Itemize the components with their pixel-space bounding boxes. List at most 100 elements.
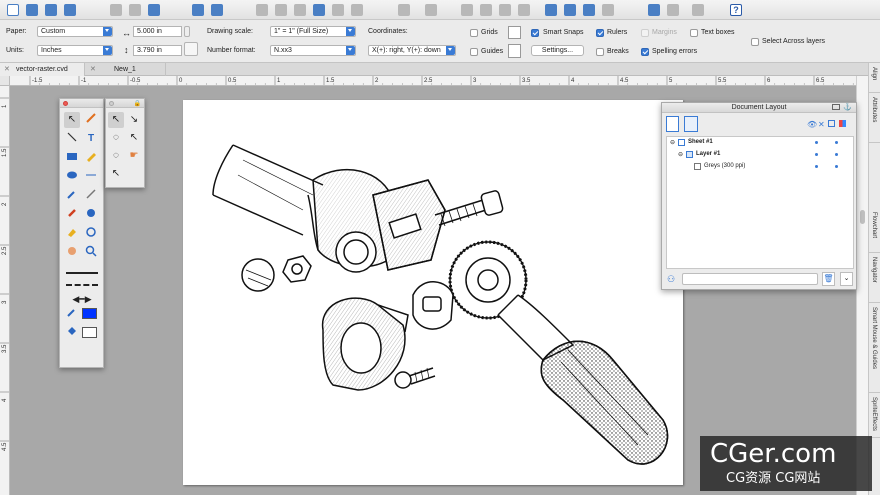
rulers-checkbox[interactable] [596,29,604,37]
layer-search-input[interactable] [682,273,818,285]
redo-icon[interactable] [211,4,223,16]
layers-icon[interactable] [332,4,344,16]
vertical-ruler[interactable]: 1 1.5 2 2.5 3 3.5 4 4.5 [0,86,10,495]
color-select-tool-icon[interactable]: ↖ [108,166,124,182]
knife-tool-icon[interactable] [83,188,99,204]
height-input[interactable]: 3.790 in [133,45,182,56]
side-tab-flowchart[interactable]: Flowchart [869,208,880,253]
side-tab-spriteeffects[interactable]: SpriteEffects [869,393,880,438]
fill-bucket-icon[interactable] [64,325,80,341]
sheet-row[interactable]: Sheet #1 [688,139,713,145]
zoom-icon[interactable] [692,4,704,16]
link-proportions-icon[interactable] [184,42,198,56]
new-document-icon[interactable] [7,4,19,16]
dimension-tool-icon[interactable] [83,169,99,185]
image-object-row[interactable]: Greys (300 ppi) [704,163,745,169]
layer-color-icon[interactable] [839,120,846,127]
tab-new-1[interactable]: ✕ New_1 [86,63,166,76]
display-icon[interactable] [667,4,679,16]
eyedropper-tool-icon[interactable] [64,188,80,204]
help-icon[interactable]: ? [730,4,742,16]
paper-select[interactable]: Custom [37,26,113,37]
layer-print-dot[interactable] [835,153,838,156]
hand-tool-icon[interactable] [64,245,80,261]
close-tab-icon[interactable]: ✕ [4,63,10,76]
settings-button[interactable]: Settings... [531,45,584,56]
margins-checkbox[interactable] [641,29,649,37]
grid-icon[interactable] [398,4,410,16]
pen-tool-icon[interactable] [83,150,99,166]
breaks-checkbox[interactable] [596,48,604,56]
bring-to-front-icon[interactable] [275,4,287,16]
pen-color-icon[interactable] [64,306,80,322]
units-select[interactable]: Inches [37,45,113,56]
brush-tool-icon[interactable] [83,112,99,128]
width-stepper[interactable] [184,26,190,37]
align-right-icon[interactable] [499,4,511,16]
rotate-tool-icon[interactable] [83,226,99,242]
dash-style-selector[interactable] [66,284,98,286]
line-weight-selector[interactable] [66,272,98,274]
paste-icon[interactable] [148,4,160,16]
layer-expand-icon[interactable]: ⊖ [678,151,683,158]
background-color-swatch[interactable] [82,327,97,338]
side-tab-navigator[interactable]: Navigator [869,253,880,303]
side-tab-smart-mouse-guides[interactable]: Smart Mouse & Guides [869,303,880,393]
delete-layer-icon[interactable]: 🗑 [822,272,835,286]
add-layer-icon[interactable] [684,116,698,132]
edit-icon[interactable] [648,4,660,16]
copy-icon[interactable] [129,4,141,16]
grid-settings-icon[interactable] [508,26,521,39]
bucket-tool-icon[interactable] [83,207,99,223]
text-tool-icon[interactable]: T [83,131,99,147]
side-tab-attributes[interactable]: Attributes [869,93,880,143]
ellipse-tool-icon[interactable] [64,169,80,185]
smart-snaps-checkbox[interactable] [531,29,539,37]
send-to-back-icon[interactable] [313,4,325,16]
drawing-page[interactable] [183,100,683,485]
line-tool-icon[interactable] [64,131,80,147]
print-icon[interactable] [64,4,76,16]
combine-icon[interactable] [602,4,614,16]
group-icon[interactable] [425,4,437,16]
rectangle-tool-icon[interactable] [64,150,80,166]
send-backward-icon[interactable] [294,4,306,16]
vertical-scrollbar[interactable] [856,76,868,495]
lasso-tool-icon[interactable]: ◌ [108,130,124,146]
rotate-icon[interactable] [583,4,595,16]
width-input[interactable]: 5.000 in [133,26,182,37]
spelling-errors-checkbox[interactable] [641,48,649,56]
align-left-icon[interactable] [461,4,473,16]
node-select-tool-icon[interactable]: ↖ [126,130,142,146]
search-binoculars-icon[interactable]: ⚇ [667,274,675,285]
collapse-panel-icon[interactable] [832,104,840,110]
marker-tool-icon[interactable] [64,207,80,223]
text-boxes-checkbox[interactable] [690,29,698,37]
print-layers-icon[interactable] [828,120,835,127]
scroll-thumb[interactable] [860,210,865,224]
image-print-dot[interactable] [835,165,838,168]
horizontal-ruler[interactable]: -1.5 -1 -0.5 0 0.5 1 1.5 2 2.5 3 3.5 4 4.5 5 5.5 6 6.5 [10,76,856,86]
layer-visible-dot[interactable] [815,153,818,156]
coordinates-select[interactable]: X(+): right, Y(+): down [368,45,456,56]
lock-icon[interactable]: 🔒 [134,100,141,107]
arrow-select-tool-icon[interactable]: ↖ [108,112,124,128]
cut-icon[interactable] [110,4,122,16]
guides-settings-icon[interactable] [508,44,521,58]
guides-checkbox[interactable] [470,48,478,56]
ruler-origin[interactable] [0,76,10,86]
arrowhead-selector[interactable]: ◀━▶ [66,295,98,304]
tab-vector-raster[interactable]: ✕ vector-raster.cvd [0,63,85,76]
flip-icon[interactable] [564,4,576,16]
distribute-icon[interactable] [545,4,557,16]
align-center-icon[interactable] [480,4,492,16]
visibility-icon[interactable]: 👁 [807,120,817,129]
selection-tool-icon[interactable]: ↖ [64,112,80,128]
undo-icon[interactable] [192,4,204,16]
eraser-tool-icon[interactable] [64,226,80,242]
sheet-visible-dot[interactable] [815,141,818,144]
save-icon[interactable] [45,4,57,16]
number-format-select[interactable]: N.xx3 [270,45,356,56]
stack-icon[interactable] [351,4,363,16]
close-tab-icon[interactable]: ✕ [90,63,96,76]
